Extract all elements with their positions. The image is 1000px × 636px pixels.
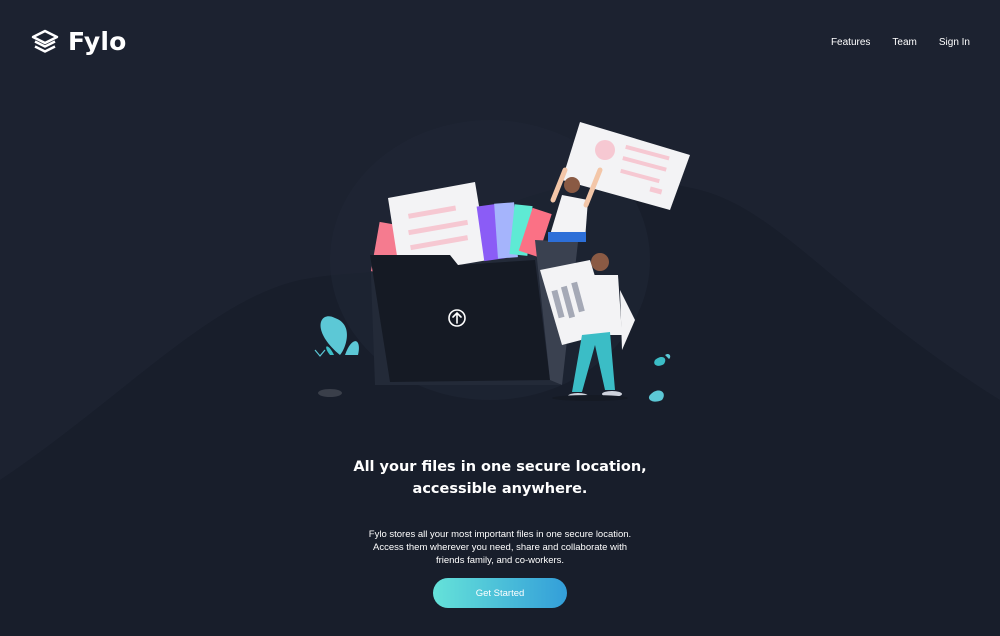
hero-illustration (314, 120, 690, 402)
hero-title-line-1: All your files in one secure location, (353, 459, 647, 475)
get-started-button[interactable]: Get Started (433, 578, 567, 608)
nav-item-sign-in[interactable]: Sign In (939, 36, 970, 50)
nav-item-features[interactable]: Features (831, 36, 870, 50)
main-nav: Features Team Sign In (831, 36, 970, 50)
hero-title: All your files in one secure location, a… (300, 456, 700, 500)
hero-description: Fylo stores all your most important file… (368, 529, 632, 566)
site-header: Fylo Features Team Sign In (0, 0, 1000, 85)
brand-name: Fylo (68, 27, 127, 56)
nav-item-team[interactable]: Team (892, 36, 916, 50)
hero-section: All your files in one secure location, a… (300, 456, 700, 567)
brand-logo-link[interactable]: Fylo (30, 28, 127, 56)
layers-icon (31, 29, 59, 53)
hero-title-line-2: accessible anywhere. (412, 481, 588, 497)
